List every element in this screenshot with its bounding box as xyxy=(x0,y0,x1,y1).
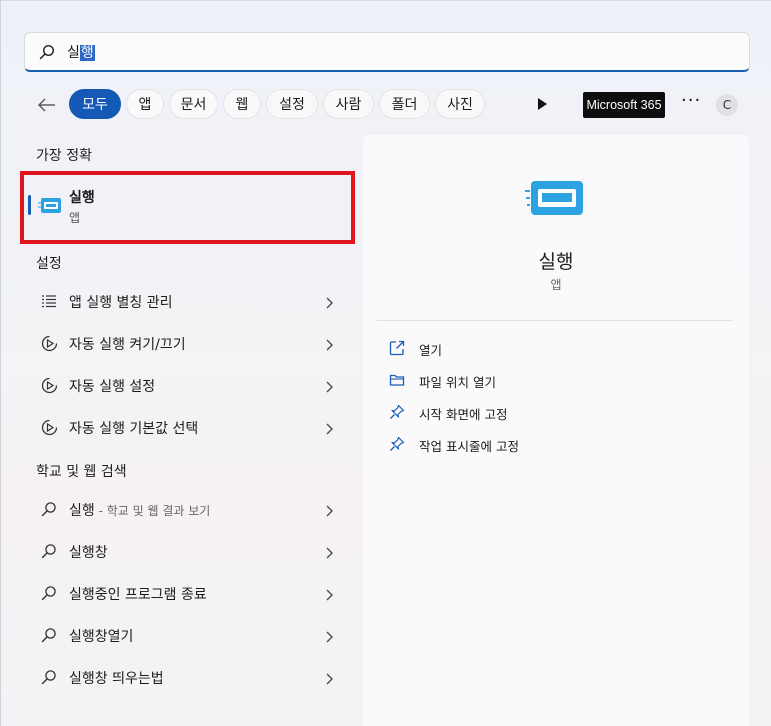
preview-app-name: 실행 xyxy=(538,251,574,273)
filter-chip-folders[interactable]: 폴더 xyxy=(379,89,430,119)
top-border xyxy=(1,0,771,1)
autoplay-icon xyxy=(41,419,59,437)
chevron-right-icon xyxy=(325,628,335,643)
web-result-label: 실행중인 프로그램 종료 xyxy=(69,587,207,603)
folder-icon xyxy=(389,372,406,389)
autoplay-icon xyxy=(41,335,59,353)
web-result-item[interactable]: 실행중인 프로그램 종료 xyxy=(29,574,349,612)
avatar[interactable]: C xyxy=(716,94,738,116)
action-label: 열기 xyxy=(419,343,443,358)
action-pin-to-taskbar[interactable]: 작업 표시줄에 고정 xyxy=(389,433,689,457)
settings-item-autoplay-toggle[interactable]: 자동 실행 켜기/끄기 xyxy=(29,324,349,362)
settings-item-app-alias[interactable]: 앱 실행 별칭 관리 xyxy=(29,282,349,320)
search-text-selected: 행 xyxy=(79,44,95,61)
action-open-file-location[interactable]: 파일 위치 열기 xyxy=(389,369,689,393)
action-label: 파일 위치 열기 xyxy=(419,375,496,390)
more-options-icon[interactable]: ··· xyxy=(681,92,701,115)
chevron-right-icon xyxy=(325,502,335,517)
search-icon xyxy=(41,543,59,561)
run-app-icon xyxy=(525,179,585,223)
filter-bar: 모두 앱 문서 웹 설정 사람 폴더 사진 Microsoft 365 ··· … xyxy=(35,89,755,121)
section-title-web-search: 학교 및 웹 검색 xyxy=(36,464,127,480)
play-icon[interactable] xyxy=(535,96,551,112)
autoplay-icon xyxy=(41,377,59,395)
search-icon xyxy=(41,627,59,645)
open-external-icon xyxy=(389,340,406,357)
best-match-kind: 앱 xyxy=(69,211,81,225)
filter-chip-web[interactable]: 웹 xyxy=(223,89,261,119)
settings-item-autoplay-settings[interactable]: 자동 실행 설정 xyxy=(29,366,349,404)
web-result-query: 실행 xyxy=(69,503,95,519)
filter-chip-documents[interactable]: 문서 xyxy=(169,89,218,119)
settings-item-label: 자동 실행 기본값 선택 xyxy=(69,421,199,437)
settings-item-label: 앱 실행 별칭 관리 xyxy=(69,295,173,311)
preview-pane: 실행 앱 열기 파일 위치 열기 시작 화면에 고정 작업 표시줄에 고정 xyxy=(363,135,749,726)
search-icon xyxy=(39,43,57,61)
web-result-item[interactable]: 실행 - 학교 및 웹 결과 보기 xyxy=(29,490,349,528)
chevron-right-icon xyxy=(325,336,335,351)
search-box[interactable]: 실행 xyxy=(24,32,750,72)
action-label: 작업 표시줄에 고정 xyxy=(419,439,519,454)
action-open[interactable]: 열기 xyxy=(389,337,689,361)
selection-indicator xyxy=(28,195,31,215)
filter-chip-all[interactable]: 모두 xyxy=(69,89,121,119)
search-icon xyxy=(41,669,59,687)
section-title-settings: 설정 xyxy=(36,256,62,272)
pin-icon xyxy=(389,404,406,421)
web-result-suffix: - 학교 및 웹 결과 보기 xyxy=(94,504,211,518)
back-arrow-icon[interactable] xyxy=(35,93,59,117)
filter-chip-settings[interactable]: 설정 xyxy=(266,89,318,119)
chevron-right-icon xyxy=(325,294,335,309)
filter-chip-photos[interactable]: 사진 xyxy=(435,89,485,119)
list-icon xyxy=(41,293,59,311)
pin-icon xyxy=(389,436,406,453)
chevron-right-icon xyxy=(325,586,335,601)
best-match-name: 실행 xyxy=(69,190,95,206)
microsoft-365-button[interactable]: Microsoft 365 xyxy=(583,92,665,118)
preview-divider xyxy=(377,320,733,321)
filter-chip-apps[interactable]: 앱 xyxy=(126,89,164,119)
search-input[interactable]: 실행 xyxy=(67,42,95,62)
web-result-label: 실행 - 학교 및 웹 결과 보기 xyxy=(69,500,210,520)
action-label: 시작 화면에 고정 xyxy=(419,407,508,422)
search-panel: 실행 모두 앱 문서 웹 설정 사람 폴더 사진 Microsoft 365 ·… xyxy=(0,0,771,726)
web-result-label: 실행창 띄우는법 xyxy=(69,671,164,687)
chevron-right-icon xyxy=(325,378,335,393)
web-result-item[interactable]: 실행창 xyxy=(29,532,349,570)
action-pin-to-start[interactable]: 시작 화면에 고정 xyxy=(389,401,689,425)
web-result-label: 실행창열기 xyxy=(69,629,134,645)
settings-item-label: 자동 실행 설정 xyxy=(69,379,156,395)
settings-item-label: 자동 실행 켜기/끄기 xyxy=(69,337,186,353)
search-icon xyxy=(41,585,59,603)
best-match-item[interactable]: 실행 앱 xyxy=(20,171,355,244)
chevron-right-icon xyxy=(325,544,335,559)
filter-chip-people[interactable]: 사람 xyxy=(323,89,374,119)
search-text-typed: 실 xyxy=(67,44,80,61)
web-result-label: 실행창 xyxy=(69,545,108,561)
search-icon xyxy=(41,501,59,519)
section-title-best-match: 가장 정확 xyxy=(36,148,92,164)
preview-app-kind: 앱 xyxy=(550,278,562,292)
settings-item-autoplay-defaults[interactable]: 자동 실행 기본값 선택 xyxy=(29,408,349,446)
run-app-icon xyxy=(38,197,62,219)
web-result-item[interactable]: 실행창열기 xyxy=(29,616,349,654)
chevron-right-icon xyxy=(325,420,335,435)
chevron-right-icon xyxy=(325,670,335,685)
web-result-item[interactable]: 실행창 띄우는법 xyxy=(29,658,349,696)
